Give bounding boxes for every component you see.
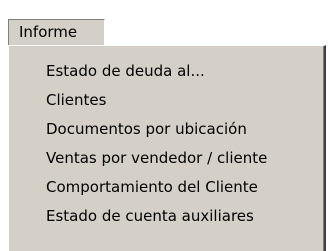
menu-informe-label: Informe — [19, 23, 78, 41]
menu-item-label: Estado de cuenta auxiliares — [46, 207, 254, 225]
menu-item-clientes[interactable]: Clientes — [9, 86, 324, 115]
menu-item-ventas-por-vendedor-cliente[interactable]: Ventas por vendedor / cliente — [9, 144, 324, 173]
menu-item-label: Clientes — [46, 91, 107, 109]
informe-dropdown-menu: Estado de deuda al... Clientes Documento… — [8, 45, 326, 251]
menu-item-label: Ventas por vendedor / cliente — [46, 149, 268, 167]
menu-item-estado-de-cuenta-auxiliares[interactable]: Estado de cuenta auxiliares — [9, 202, 324, 231]
menu-item-documentos-por-ubicacion[interactable]: Documentos por ubicación — [9, 115, 324, 144]
menu-item-label: Comportamiento del Cliente — [46, 178, 258, 196]
menu-item-label: Documentos por ubicación — [46, 120, 247, 138]
menu-item-label: Estado de deuda al... — [46, 62, 205, 80]
menu-informe[interactable]: Informe — [8, 19, 105, 46]
menu-item-estado-de-deuda[interactable]: Estado de deuda al... — [9, 57, 324, 86]
menu-item-comportamiento-del-cliente[interactable]: Comportamiento del Cliente — [9, 173, 324, 202]
